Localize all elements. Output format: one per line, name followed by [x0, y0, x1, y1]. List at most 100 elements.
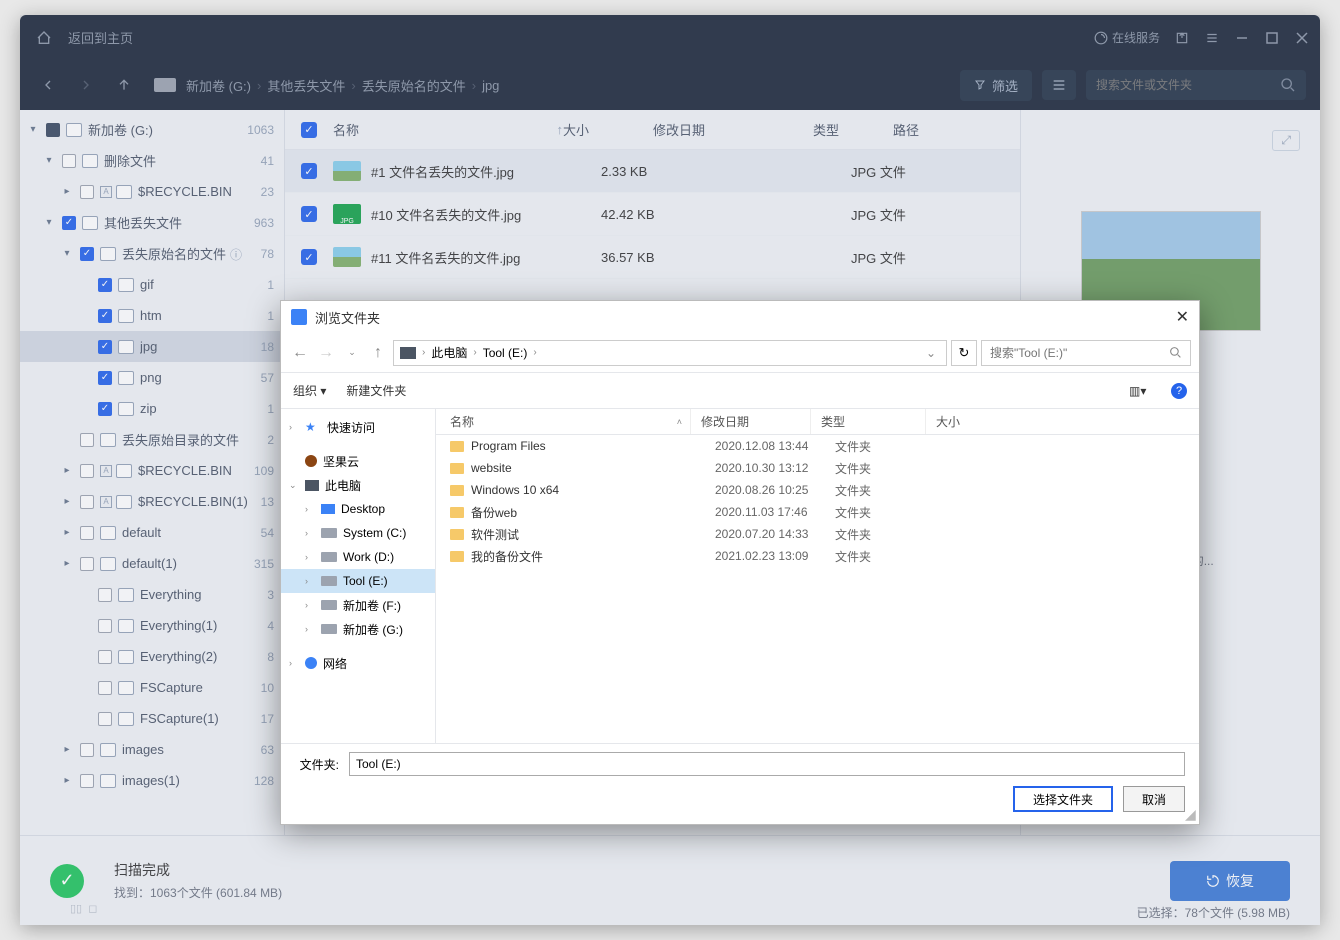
file-row[interactable]: ✓#10 文件名丢失的文件.jpg42.42 KBJPG 文件	[285, 193, 1020, 236]
dialog-tree-item[interactable]: ›新加卷 (G:)	[281, 617, 435, 641]
tree-item[interactable]: ·Everything(1)4	[20, 610, 284, 641]
tree-item[interactable]: ▾删除文件41	[20, 145, 284, 176]
filter-button[interactable]: 筛选	[960, 70, 1032, 101]
view-toggle-button[interactable]	[1042, 70, 1076, 100]
dialog-tree-item[interactable]: ⌄此电脑	[281, 473, 435, 497]
minimize-icon[interactable]	[1234, 30, 1250, 46]
resize-handle[interactable]: ◢	[1185, 810, 1197, 822]
dialog-tree-item[interactable]: ›Tool (E:)	[281, 569, 435, 593]
tree-item[interactable]: ·丢失原始目录的文件2	[20, 424, 284, 455]
tree-item[interactable]: ▸images63	[20, 734, 284, 765]
filter-label: 筛选	[992, 76, 1018, 95]
back-home-link[interactable]: 返回到主页	[68, 28, 133, 47]
dialog-refresh-icon[interactable]: ↻	[951, 340, 977, 366]
cancel-button[interactable]: 取消	[1123, 786, 1185, 812]
tree-item[interactable]: ·✓jpg18	[20, 331, 284, 362]
dialog-tree-item[interactable]: ›Desktop	[281, 497, 435, 521]
dialog-tree-item[interactable]: ›Work (D:)	[281, 545, 435, 569]
dialog-tree-item[interactable]: ›System (C:)	[281, 521, 435, 545]
dialog-path-dropdown-icon[interactable]: ⌄	[922, 346, 940, 360]
folder-input[interactable]	[349, 752, 1185, 776]
pause-controls[interactable]: ▯▯ ◻	[70, 902, 97, 915]
tree-item[interactable]: ▾新加卷 (G:)1063	[20, 114, 284, 145]
sidebar-tree[interactable]: ▾新加卷 (G:)1063▾删除文件41▸A$RECYCLE.BIN23▾✓其他…	[20, 110, 285, 835]
file-row[interactable]: ✓#11 文件名丢失的文件.jpg36.57 KBJPG 文件	[285, 236, 1020, 279]
col-date[interactable]: 修改日期	[653, 120, 813, 139]
tree-item[interactable]: ·FSCapture10	[20, 672, 284, 703]
dialog-path[interactable]: › 此电脑 › Tool (E:) › ⌄	[393, 340, 947, 366]
help-icon[interactable]: ?	[1171, 383, 1187, 399]
menu-icon[interactable]	[1204, 30, 1220, 46]
dialog-folder-row[interactable]: 软件测试2020.07.20 14:33文件夹	[436, 523, 1199, 545]
dl-col-size[interactable]: 大小	[926, 413, 1199, 430]
col-type[interactable]: 类型	[813, 120, 893, 139]
dialog-search-input[interactable]	[990, 346, 1169, 360]
dialog-tree-item[interactable]: ›新加卷 (F:)	[281, 593, 435, 617]
select-all-checkbox[interactable]: ✓	[301, 122, 317, 138]
organize-button[interactable]: 组织 ▾	[293, 382, 326, 399]
dialog-recent-icon[interactable]: ⌄	[341, 342, 363, 364]
dl-col-type[interactable]: 类型	[811, 409, 926, 434]
dialog-folder-row[interactable]: Program Files2020.12.08 13:44文件夹	[436, 435, 1199, 457]
tree-item[interactable]: ·FSCapture(1)17	[20, 703, 284, 734]
tree-item[interactable]: ·✓gif1	[20, 269, 284, 300]
share-icon[interactable]	[1174, 30, 1190, 46]
col-path[interactable]: 路径	[893, 120, 1004, 139]
breadcrumb-drive[interactable]: 新加卷 (G:)	[186, 76, 251, 95]
dialog-close-icon[interactable]: ✕	[1176, 307, 1189, 327]
dialog-folder-row[interactable]: website2020.10.30 13:12文件夹	[436, 457, 1199, 479]
scan-status-title: 扫描完成	[114, 860, 282, 880]
breadcrumb-seg[interactable]: jpg	[482, 78, 499, 93]
breadcrumb-seg[interactable]: 其他丢失文件	[267, 76, 345, 95]
dialog-path-current[interactable]: Tool (E:)	[483, 346, 528, 360]
nav-forward-icon[interactable]	[72, 71, 100, 99]
dialog-forward-icon[interactable]: →	[315, 342, 337, 364]
tree-item[interactable]: ▸default(1)315	[20, 548, 284, 579]
nav-back-icon[interactable]	[34, 71, 62, 99]
dl-col-date[interactable]: 修改日期	[691, 409, 811, 434]
footer: ✓ 扫描完成 找到：1063个文件 (601.84 MB) 恢复 已选择：78个…	[20, 835, 1320, 925]
tree-item[interactable]: ▸A$RECYCLE.BIN23	[20, 176, 284, 207]
nav-up-icon[interactable]	[110, 71, 138, 99]
tree-item[interactable]: ·Everything(2)8	[20, 641, 284, 672]
preview-expand[interactable]: ⤢	[1272, 130, 1300, 151]
col-name[interactable]: 名称↑	[333, 120, 563, 139]
new-folder-button[interactable]: 新建文件夹	[346, 382, 406, 399]
tree-item[interactable]: ·Everything3	[20, 579, 284, 610]
dialog-tree-item[interactable]: ›★快速访问	[281, 415, 435, 439]
tree-item[interactable]: ▸A$RECYCLE.BIN(1)13	[20, 486, 284, 517]
dialog-folder-row[interactable]: 备份web2020.11.03 17:46文件夹	[436, 501, 1199, 523]
tree-item[interactable]: ▸images(1)128	[20, 765, 284, 796]
tree-item[interactable]: ▸default54	[20, 517, 284, 548]
tree-item[interactable]: ▸A$RECYCLE.BIN109	[20, 455, 284, 486]
select-folder-button[interactable]: 选择文件夹	[1013, 786, 1113, 812]
dialog-folder-row[interactable]: 我的备份文件2021.02.23 13:09文件夹	[436, 545, 1199, 567]
dl-col-name[interactable]: 名称˄	[436, 409, 691, 434]
file-row[interactable]: ✓#1 文件名丢失的文件.jpg2.33 KBJPG 文件	[285, 150, 1020, 193]
online-service[interactable]: 在线服务	[1094, 29, 1160, 46]
dialog-tree[interactable]: ›★快速访问坚果云⌄此电脑›Desktop›System (C:)›Work (…	[281, 409, 436, 743]
dialog-back-icon[interactable]: ←	[289, 342, 311, 364]
dialog-up-icon[interactable]: ↑	[367, 342, 389, 364]
dialog-tree-item[interactable]: ›网络	[281, 651, 435, 675]
dialog-search[interactable]	[981, 340, 1191, 366]
dialog-view-icon[interactable]: ▥▾	[1129, 384, 1151, 398]
dialog-folder-row[interactable]: Windows 10 x642020.08.26 10:25文件夹	[436, 479, 1199, 501]
col-size[interactable]: 大小	[563, 120, 653, 139]
dialog-path-root[interactable]: 此电脑	[431, 344, 467, 361]
file-list-header: ✓ 名称↑ 大小 修改日期 类型 路径	[285, 110, 1020, 150]
tree-item[interactable]: ·✓png57	[20, 362, 284, 393]
dialog-tree-item[interactable]: 坚果云	[281, 449, 435, 473]
search-input[interactable]	[1096, 78, 1280, 92]
close-icon[interactable]	[1294, 30, 1310, 46]
search-box[interactable]	[1086, 70, 1306, 100]
tree-item[interactable]: ▾✓其他丢失文件963	[20, 207, 284, 238]
tree-item[interactable]: ·✓htm1	[20, 300, 284, 331]
home-icon[interactable]	[30, 24, 58, 52]
breadcrumb-seg[interactable]: 丢失原始名的文件	[362, 76, 466, 95]
maximize-icon[interactable]	[1264, 30, 1280, 46]
dialog-title: 浏览文件夹	[315, 308, 380, 327]
tree-item[interactable]: ·✓zip1	[20, 393, 284, 424]
tree-item[interactable]: ▾✓丢失原始名的文件ⓘ78	[20, 238, 284, 269]
restore-button[interactable]: 恢复	[1170, 861, 1290, 901]
